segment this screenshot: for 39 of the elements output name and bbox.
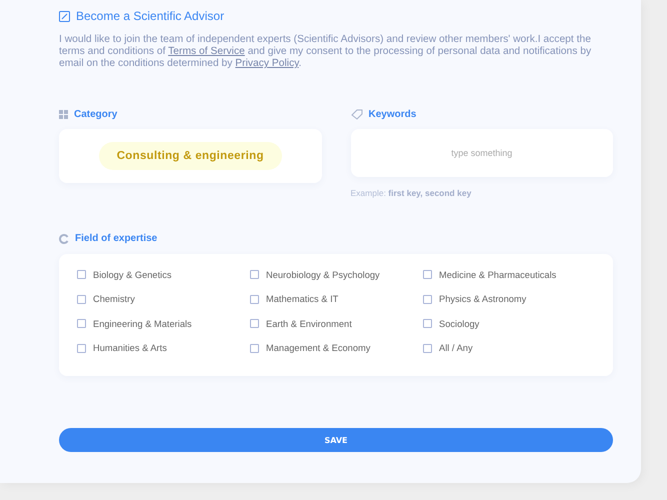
expertise-label: Field of expertise xyxy=(75,233,158,244)
loading-icon xyxy=(59,234,69,244)
checkbox-label: Medicine & Pharmaceuticals xyxy=(439,270,556,280)
edit-icon xyxy=(59,10,70,22)
checkbox[interactable] xyxy=(423,294,432,304)
checkbox[interactable] xyxy=(423,270,432,279)
checkbox[interactable] xyxy=(250,270,259,279)
category-label: Category xyxy=(74,109,118,120)
checkbox-label: Sociology xyxy=(439,318,480,328)
keywords-field[interactable]: type something xyxy=(350,129,613,177)
category-chip[interactable]: Consulting & engineering xyxy=(98,142,282,170)
save-button[interactable]: SAVE xyxy=(59,428,613,452)
checkbox[interactable] xyxy=(423,344,432,352)
grid-icon xyxy=(59,110,68,119)
privacy-link[interactable]: Privacy Policy xyxy=(235,58,299,69)
checkbox[interactable] xyxy=(423,319,432,328)
checkbox[interactable] xyxy=(250,294,259,304)
keywords-label: Keywords xyxy=(368,109,416,120)
consent-paragraph: I would like to join the team of independent experts (Scientific Advisors) and review other members' work.I accept the terms and conditions of Terms of Service and give my consent to the processing of personal data and notifications by email on the conditions determined by Privacy Policy. xyxy=(59,34,592,70)
checkbox[interactable] xyxy=(77,344,86,352)
terms-link[interactable]: Terms of Service xyxy=(168,46,245,57)
checkbox[interactable] xyxy=(77,319,86,328)
checkbox[interactable] xyxy=(250,344,259,352)
checkbox[interactable] xyxy=(250,319,259,328)
checkbox-label: Mathematics & IT xyxy=(266,294,338,304)
checkbox-label: Earth & Environment xyxy=(266,318,352,328)
checkbox-label: Humanities & Arts xyxy=(93,343,167,353)
tag-icon xyxy=(350,109,362,120)
section-title: Become a Scientific Advisor xyxy=(76,9,224,23)
keywords-example: Example: first key, second key xyxy=(350,188,472,198)
checkbox-label: Chemistry xyxy=(93,294,135,304)
checkbox-label: Biology & Genetics xyxy=(93,270,172,280)
checkbox-label: All / Any xyxy=(439,343,473,353)
checkbox-label: Physics & Astronomy xyxy=(439,294,526,304)
checkbox-label: Management & Economy xyxy=(266,343,370,353)
checkbox[interactable] xyxy=(77,294,86,304)
checkbox-label: Neurobiology & Psychology xyxy=(266,270,380,280)
checkbox-label: Engineering & Materials xyxy=(93,318,192,328)
checkbox[interactable] xyxy=(77,270,86,279)
